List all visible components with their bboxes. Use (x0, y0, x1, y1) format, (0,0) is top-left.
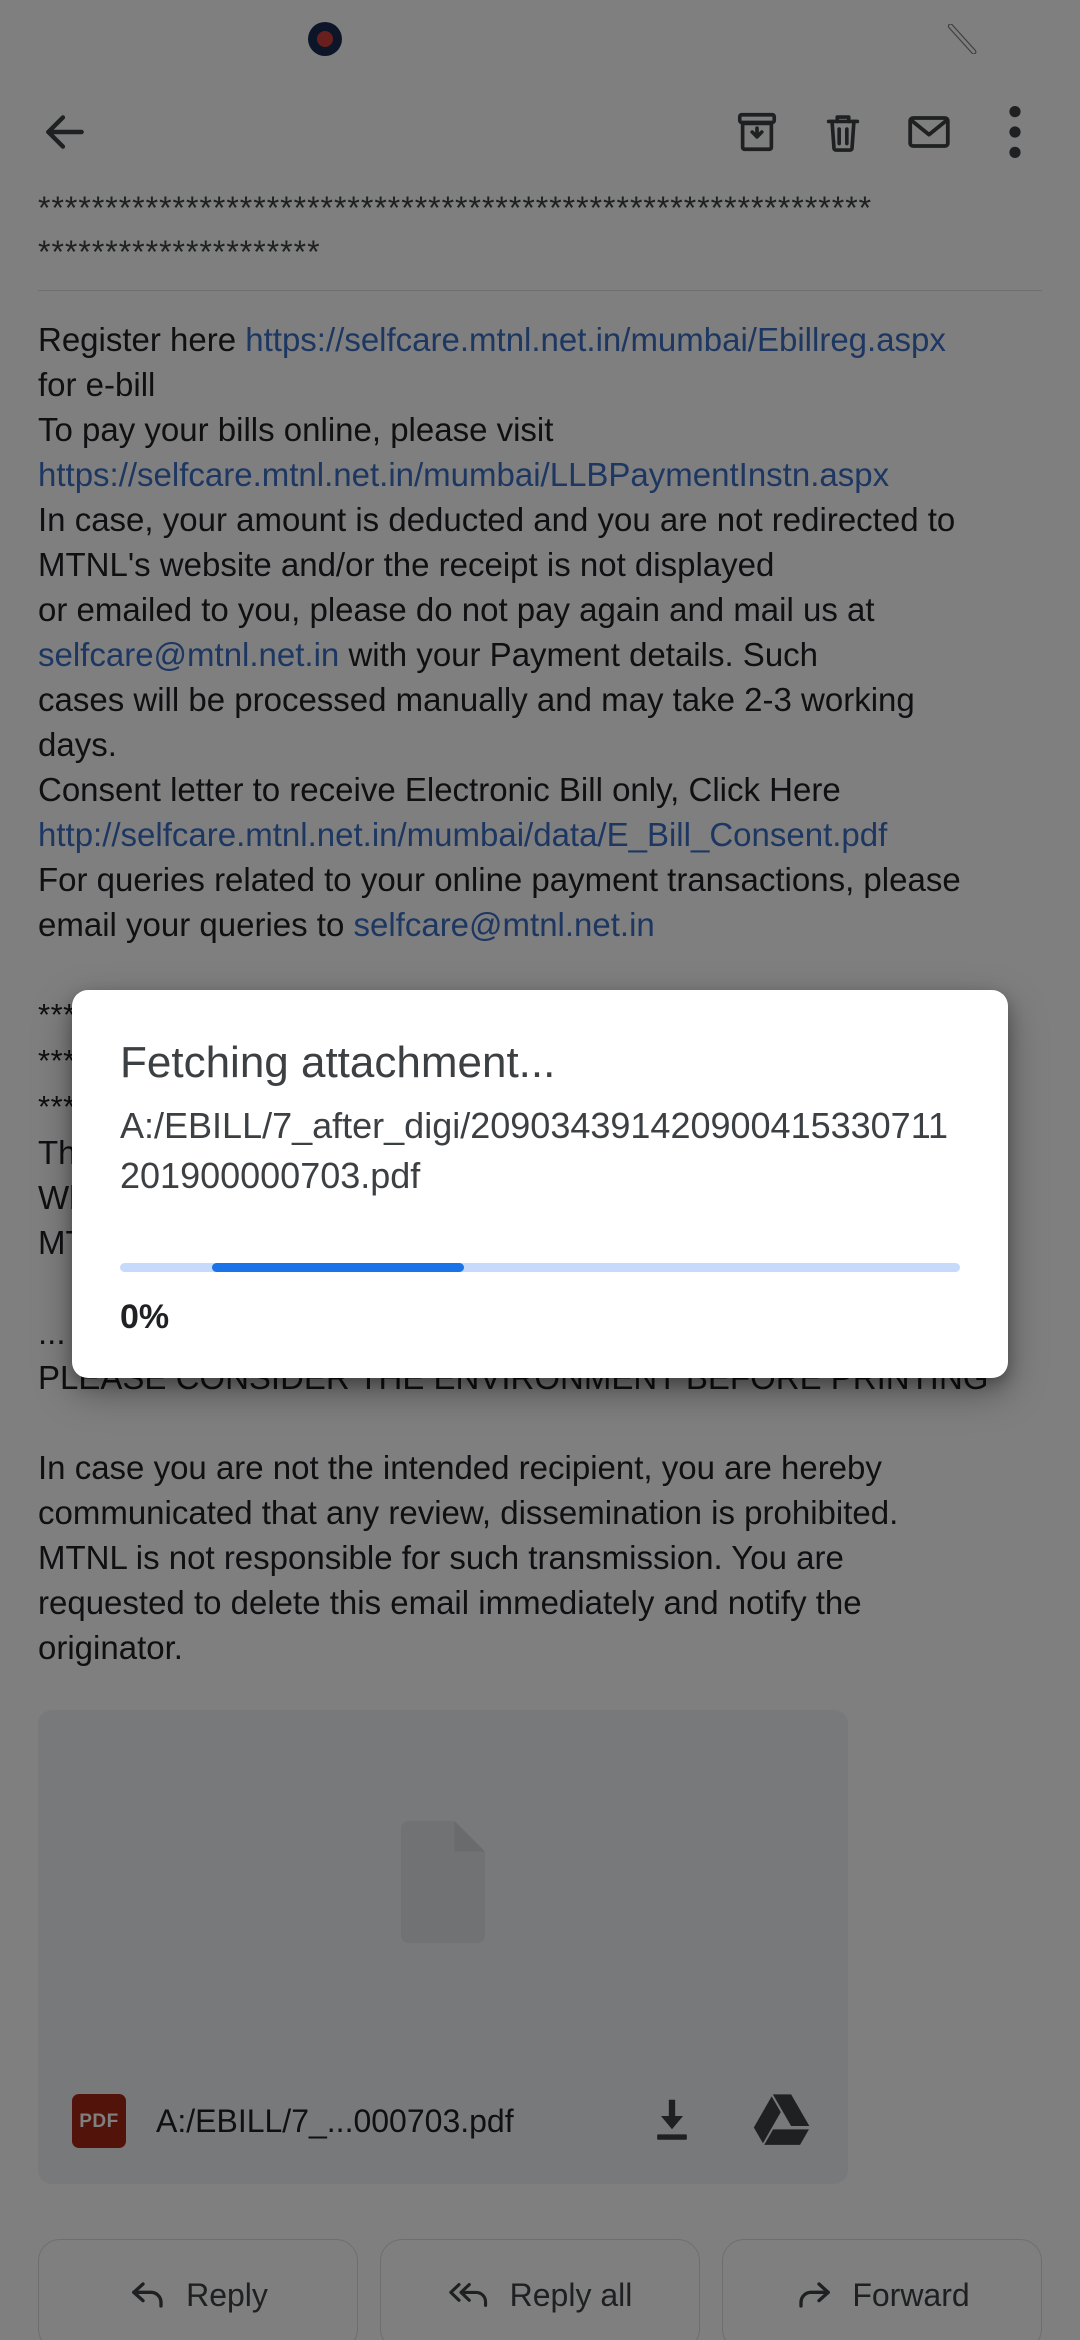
dialog-title: Fetching attachment... (120, 1038, 556, 1087)
progress-percent-label: 0% (120, 1298, 170, 1337)
phone-screen: ****************************************… (0, 0, 1080, 2340)
progress-bar-track (120, 1263, 960, 1273)
progress-bar-fill (212, 1263, 465, 1273)
dialog-message-filename: A:/EBILL/7_after_digi/209034391420900415… (120, 1105, 949, 1197)
fetching-attachment-dialog: Fetching attachment... A:/EBILL/7_after_… (72, 990, 1008, 1379)
progress-section: 0% (120, 1263, 960, 1334)
